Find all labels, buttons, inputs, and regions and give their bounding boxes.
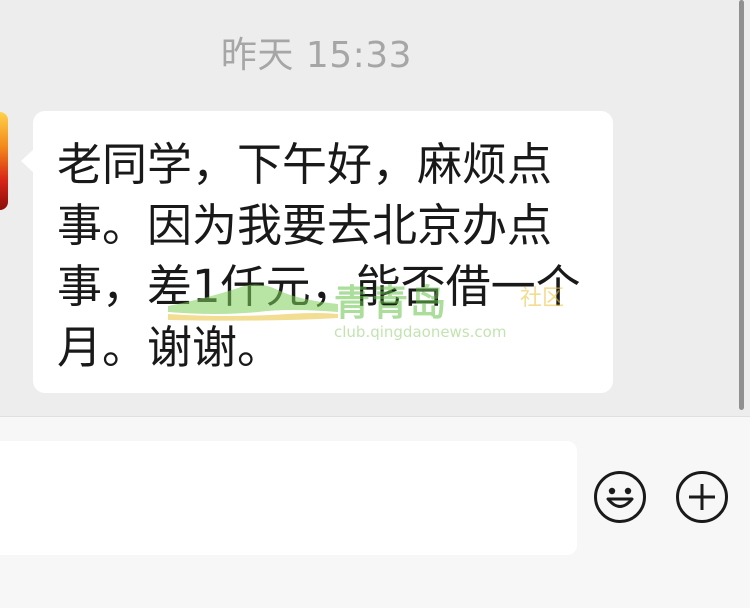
chat-screen: 昨天 15:33 老同学，下午好，麻烦点事。因为我要去北京办点事，差1仟元，能否…	[0, 0, 750, 608]
emoji-icon	[594, 471, 646, 523]
sender-avatar[interactable]	[0, 112, 8, 210]
scrollbar[interactable]	[739, 0, 744, 410]
more-button[interactable]	[675, 470, 729, 524]
plus-icon	[676, 471, 728, 523]
emoji-button[interactable]	[593, 470, 647, 524]
message-list[interactable]: 昨天 15:33 老同学，下午好，麻烦点事。因为我要去北京办点事，差1仟元，能否…	[0, 0, 750, 416]
message-bubble[interactable]: 老同学，下午好，麻烦点事。因为我要去北京办点事，差1仟元，能否借一个月。谢谢。	[21, 111, 613, 393]
message-timestamp: 昨天 15:33	[220, 35, 413, 76]
message-text: 老同学，下午好，麻烦点事。因为我要去北京办点事，差1仟元，能否借一个月。谢谢。	[57, 138, 581, 374]
message-input[interactable]	[0, 441, 577, 555]
input-bar	[0, 416, 750, 608]
